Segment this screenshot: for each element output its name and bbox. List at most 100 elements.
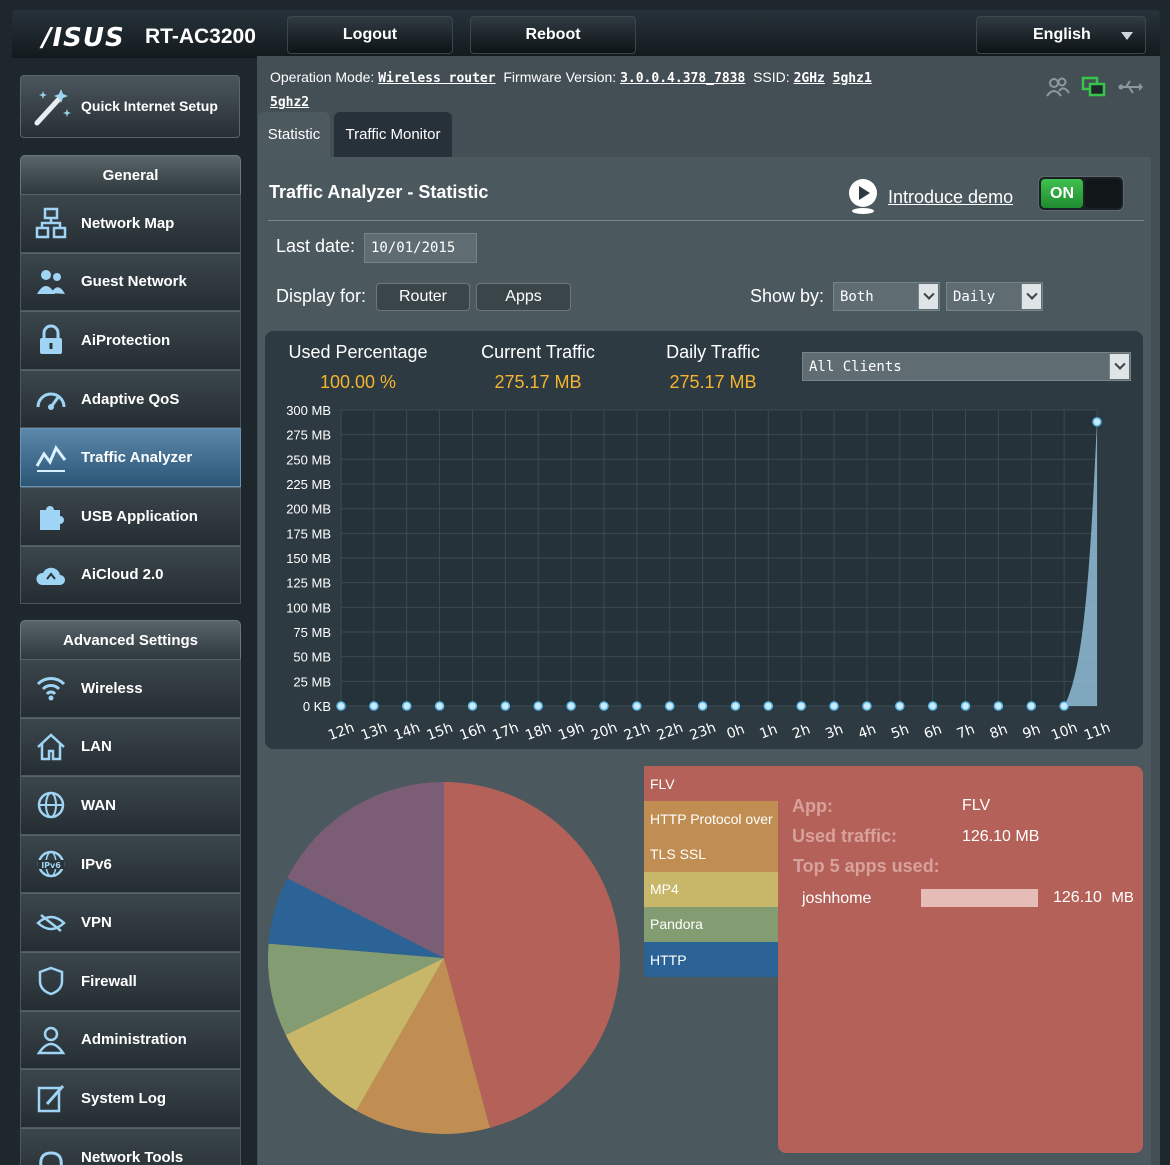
quick-internet-setup-button[interactable]: Quick Internet Setup bbox=[20, 75, 240, 138]
period-select[interactable]: Daily bbox=[946, 282, 1043, 311]
page-title: Traffic Analyzer - Statistic bbox=[269, 182, 489, 202]
x-tick-label: 4h bbox=[856, 721, 878, 742]
internet-connected-icon[interactable] bbox=[1081, 76, 1107, 98]
legend-item[interactable]: Pandora bbox=[644, 906, 778, 942]
traffic-analyzer-toggle[interactable]: ON bbox=[1038, 176, 1124, 211]
legend-item[interactable]: FLV bbox=[644, 766, 778, 802]
y-tick-label: 100 MB bbox=[286, 600, 331, 615]
x-tick-label: 20h bbox=[589, 720, 620, 744]
client-name: joshhome bbox=[802, 890, 872, 907]
operation-mode-link[interactable]: Wireless router bbox=[378, 71, 495, 86]
general-menu: Network Map Guest Network AiProtection Adap… bbox=[20, 194, 241, 605]
sidebar-item-network-map[interactable]: Network Map bbox=[20, 194, 241, 253]
sidebar-item-guest-network[interactable]: Guest Network bbox=[20, 252, 241, 312]
sidebar-item-label: Administration bbox=[81, 1031, 187, 1049]
firmware-link[interactable]: 3.0.0.4.378_7838 bbox=[620, 71, 745, 86]
apps-legend: FLV HTTP Protocol over TLS SSL MP4 Pandora HT… bbox=[644, 766, 778, 978]
language-select[interactable]: English bbox=[976, 16, 1146, 54]
x-tick-label: 23h bbox=[688, 720, 719, 744]
introduce-demo-link[interactable]: Introduce demo bbox=[888, 187, 1013, 208]
client-usage-number: 126.10 bbox=[1053, 889, 1102, 906]
guest-network-icon bbox=[21, 254, 81, 311]
router-button[interactable]: Router bbox=[376, 283, 470, 311]
wifi-icon bbox=[21, 660, 81, 717]
daily-traffic-value: 275.17 MB bbox=[669, 372, 757, 392]
sidebar-item-label: VPN bbox=[81, 914, 112, 932]
data-point bbox=[1092, 417, 1102, 427]
x-tick-label: 19h bbox=[556, 720, 587, 744]
play-icon[interactable] bbox=[848, 178, 880, 214]
client-usage-bar bbox=[921, 889, 1038, 907]
sidebar-item-label: Adaptive QoS bbox=[81, 390, 180, 408]
used-percentage-label: Used Percentage bbox=[288, 342, 428, 362]
tab-statistic[interactable]: Statistic bbox=[258, 112, 330, 157]
sidebar-item-ipv6[interactable]: IPv6 IPv6 bbox=[20, 834, 241, 894]
puzzle-icon bbox=[21, 488, 81, 545]
client-select[interactable]: All Clients bbox=[802, 352, 1131, 381]
data-point bbox=[993, 701, 1004, 711]
y-tick-label: 275 MB bbox=[286, 428, 331, 443]
sidebar-item-firewall[interactable]: Firewall bbox=[20, 951, 241, 1011]
globe-icon bbox=[21, 777, 81, 834]
x-tick-label: 8h bbox=[988, 721, 1010, 742]
x-tick-label: 15h bbox=[425, 720, 456, 744]
sidebar-item-traffic-analyzer[interactable]: Traffic Analyzer bbox=[20, 428, 241, 487]
sidebar-item-aicloud-2-0[interactable]: AiCloud 2.0 bbox=[20, 545, 241, 605]
cloud-icon bbox=[21, 547, 81, 604]
sidebar-item-administration[interactable]: Administration bbox=[20, 1010, 241, 1070]
legend-item[interactable]: MP4 bbox=[644, 871, 778, 907]
data-point bbox=[664, 701, 675, 711]
reboot-button[interactable]: Reboot bbox=[470, 16, 636, 54]
x-tick-label: 7h bbox=[955, 721, 977, 742]
x-tick-label: 5h bbox=[889, 721, 911, 742]
legend-item[interactable]: TLS SSL bbox=[644, 836, 778, 872]
system-log-icon bbox=[21, 1070, 81, 1127]
logout-button[interactable]: Logout bbox=[287, 16, 453, 54]
client-usage-value: 126.10 MB bbox=[1053, 889, 1134, 907]
asus-logo[interactable]: /ISUS bbox=[42, 23, 125, 53]
period-value: Daily bbox=[953, 288, 996, 305]
data-point bbox=[369, 701, 379, 711]
speedometer-icon bbox=[21, 371, 81, 428]
sidebar-item-network-tools[interactable]: Network Tools bbox=[20, 1127, 241, 1165]
general-header: General bbox=[20, 155, 241, 195]
sidebar-item-adaptive-qos[interactable]: Adaptive QoS bbox=[20, 369, 241, 429]
sidebar-item-wan[interactable]: WAN bbox=[20, 776, 241, 835]
ssid-2ghz-link[interactable]: 2GHz bbox=[794, 71, 825, 86]
y-tick-label: 200 MB bbox=[286, 502, 331, 517]
sidebar-item-usb-application[interactable]: USB Application bbox=[20, 486, 241, 546]
sidebar-item-vpn[interactable]: VPN bbox=[20, 893, 241, 952]
sidebar-item-lan[interactable]: LAN bbox=[20, 717, 241, 777]
chevron-down-icon bbox=[1109, 354, 1129, 379]
x-tick-label: 13h bbox=[359, 720, 390, 744]
legend-item[interactable]: HTTP Protocol over bbox=[644, 801, 778, 837]
apps-button[interactable]: Apps bbox=[476, 283, 571, 311]
usb-icon[interactable] bbox=[1117, 76, 1143, 98]
advanced-settings-header: Advanced Settings bbox=[20, 620, 241, 660]
ssid-5ghz1-link[interactable]: 5ghz1 bbox=[833, 71, 872, 86]
title-divider bbox=[268, 220, 1144, 221]
y-tick-label: 150 MB bbox=[286, 551, 331, 566]
status-icons bbox=[1045, 76, 1143, 98]
svg-text:IPv6: IPv6 bbox=[41, 861, 61, 870]
language-label: English bbox=[1033, 26, 1091, 43]
tab-traffic-monitor[interactable]: Traffic Monitor bbox=[334, 112, 452, 157]
chevron-down-icon bbox=[918, 284, 938, 309]
network-map-icon bbox=[21, 195, 81, 252]
last-date-input[interactable]: 10/01/2015 bbox=[364, 233, 477, 263]
sidebar-item-wireless[interactable]: Wireless bbox=[20, 659, 241, 718]
traffic-analyzer-icon bbox=[21, 429, 81, 486]
last-date-label: Last date: bbox=[276, 236, 356, 256]
home-icon bbox=[21, 719, 81, 776]
top-bar: /ISUS RT-AC3200 Logout Reboot English bbox=[12, 10, 1160, 58]
sidebar-item-label: Guest Network bbox=[81, 273, 187, 291]
x-tick-label: 2h bbox=[790, 721, 812, 742]
sidebar-item-aiprotection[interactable]: AiProtection bbox=[20, 311, 241, 370]
sidebar-item-system-log[interactable]: System Log bbox=[20, 1069, 241, 1128]
direction-select[interactable]: Both bbox=[833, 282, 940, 311]
y-tick-label: 225 MB bbox=[286, 477, 331, 492]
clients-icon[interactable] bbox=[1045, 76, 1071, 98]
legend-item[interactable]: HTTP bbox=[644, 941, 778, 978]
ssid-5ghz2-link[interactable]: 5ghz2 bbox=[270, 95, 309, 110]
x-tick-label: 16h bbox=[458, 720, 489, 744]
